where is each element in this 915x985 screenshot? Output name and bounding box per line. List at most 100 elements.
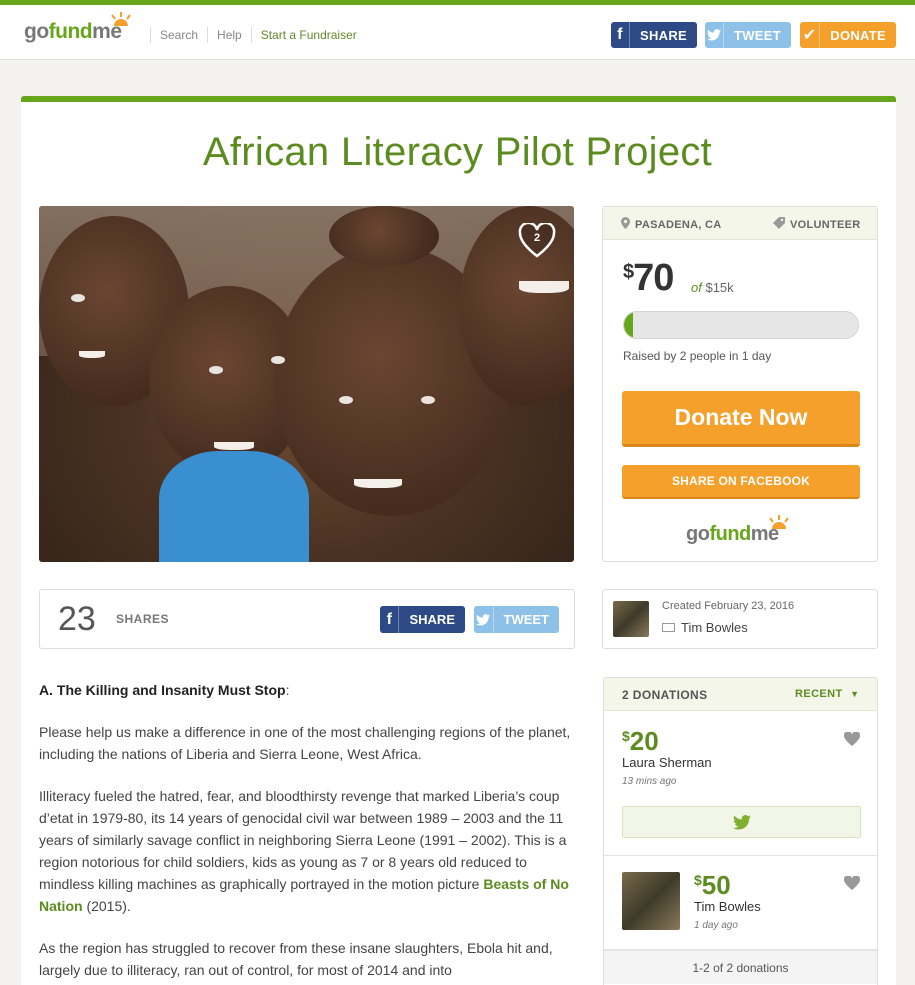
facebook-icon: f [611, 22, 630, 48]
raised-amount: $70 [623, 257, 674, 300]
raised-by-text: Raised by 2 people in 1 day [623, 349, 771, 363]
donation-amount: $50 [694, 870, 731, 901]
header-donate-button[interactable]: ✔ DONATE [800, 22, 896, 48]
sort-recent-dropdown[interactable]: RECENT ▼ [795, 688, 859, 700]
photo-smile [519, 281, 569, 293]
story-heading: A. The Killing and Insanity Must Stop: [39, 679, 574, 701]
top-accent-bar [0, 0, 915, 8]
creator-contact[interactable]: Tim Bowles [662, 620, 748, 635]
header-tweet-button[interactable]: TWEET [705, 22, 791, 48]
story-paragraph: As the region has struggled to recover f… [39, 940, 553, 978]
goal-value: $15k [705, 280, 734, 295]
creator-avatar[interactable] [613, 601, 649, 637]
share-on-facebook-button[interactable]: SHARE ON FACEBOOK [622, 465, 860, 499]
donate-now-button[interactable]: Donate Now [622, 391, 860, 447]
donations-count: 2 DONATIONS [622, 688, 708, 702]
location[interactable]: PASADENA, CA [621, 217, 722, 231]
panel-logo-go: go [686, 523, 710, 545]
header-nav: Search Help Start a Fundraiser [150, 27, 366, 43]
photo-eye [421, 396, 435, 404]
donation-tweet-button[interactable] [622, 806, 861, 838]
donor-name: Tim Bowles [694, 899, 761, 914]
donation-panel: PASADENA, CA VOLUNTEER $70 of $15k Raise… [602, 206, 878, 562]
site-header: gofundme Search Help Start a Fundraiser … [0, 8, 915, 60]
tweet-button[interactable]: TWEET [474, 606, 559, 633]
photo-eye [271, 356, 285, 364]
donation-time: 13 mins ago [622, 776, 677, 787]
donor-avatar[interactable] [622, 872, 680, 930]
tweet-button-label: TWEET [503, 612, 550, 627]
donor-name: Laura Sherman [622, 755, 712, 770]
photo-eye [209, 366, 223, 374]
progress-bar [623, 311, 859, 339]
tag-icon [773, 217, 785, 229]
donation-value: 50 [701, 870, 731, 900]
heart-count: 2 [533, 232, 541, 244]
heart-icon[interactable] [844, 732, 860, 746]
photo-blue-dress [159, 451, 309, 562]
location-label: PASADENA, CA [635, 219, 722, 231]
nav-start-fundraiser[interactable]: Start a Fundraiser [250, 27, 366, 43]
campaign-title: African Literacy Pilot Project [202, 130, 713, 174]
donation-item: $20 Laura Sherman 13 mins ago [604, 712, 877, 856]
raised-value: 70 [633, 257, 674, 299]
creator-name: Tim Bowles [681, 620, 748, 635]
story-paragraph: Illiteracy fueled the hatred, fear, and … [39, 785, 574, 917]
donation-currency: $ [622, 728, 630, 744]
header-tweet-label: TWEET [734, 27, 781, 43]
share-button[interactable]: f SHARE [380, 606, 465, 633]
sort-label: RECENT [795, 688, 843, 700]
creator-box: Created February 23, 2016 Tim Bowles [602, 589, 878, 649]
raised-by-people: 2 [679, 349, 687, 363]
category[interactable]: VOLUNTEER [773, 217, 861, 231]
photo-smile [214, 442, 254, 450]
donations-header: 2 DONATIONS RECENT ▼ [604, 678, 877, 711]
panel-logo-sun-icon [769, 515, 789, 529]
created-date: Created February 23, 2016 [662, 600, 795, 612]
twitter-icon [732, 814, 751, 830]
story-heading-colon: : [285, 682, 290, 698]
currency-symbol: $ [623, 261, 634, 283]
panel-gofundme-logo[interactable]: gofundme [686, 515, 789, 546]
heart-icon[interactable] [844, 876, 860, 890]
goal-of: of [691, 280, 702, 295]
photo-child-back [329, 206, 439, 266]
photo-eye [339, 396, 353, 404]
panel-logo-fund: fund [709, 523, 751, 545]
header-donate-label: DONATE [830, 27, 886, 43]
raised-by-middle: people in [689, 349, 739, 363]
donation-time: 1 day ago [694, 920, 738, 931]
photo-smile [79, 351, 105, 358]
header-share-button[interactable]: f SHARE [611, 22, 697, 48]
panel-meta: PASADENA, CA VOLUNTEER [603, 207, 877, 240]
photo-smile [354, 479, 402, 488]
donations-pagination[interactable]: 1-2 of 2 donations [604, 950, 877, 984]
checkmark-icon: ✔ [800, 22, 821, 48]
story-paragraph: Please help us make a difference in one … [39, 724, 571, 762]
shares-label: SHARES [116, 612, 170, 626]
location-pin-icon [621, 217, 630, 229]
donation-amount: $20 [622, 726, 659, 757]
progress-fill [624, 312, 634, 338]
twitter-icon [705, 22, 724, 48]
nav-help[interactable]: Help [207, 27, 251, 43]
donation-value: 20 [629, 726, 659, 756]
campaign-photo[interactable] [39, 206, 574, 562]
facebook-icon: f [380, 606, 400, 633]
gofundme-logo[interactable]: gofundme [24, 12, 131, 44]
logo-sun-icon [111, 12, 131, 26]
nav-search[interactable]: Search [150, 27, 207, 43]
raised-by-suffix: day [751, 349, 772, 363]
favorite-heart-button[interactable]: 2 [518, 221, 556, 259]
donation-item: $50 Tim Bowles 1 day ago [604, 856, 877, 950]
logo-text-fund: fund [48, 20, 93, 43]
twitter-icon [474, 606, 494, 633]
chevron-down-icon: ▼ [850, 689, 860, 699]
shares-box: 23 SHARES f SHARE TWEET [39, 589, 575, 649]
story-text: A. The Killing and Insanity Must Stop: P… [39, 679, 574, 985]
raised-by-days: 1 [741, 349, 749, 363]
mail-icon [662, 623, 675, 632]
category-label: VOLUNTEER [790, 219, 861, 231]
donation-currency: $ [694, 872, 702, 888]
story-heading-text: A. The Killing and Insanity Must Stop [39, 682, 286, 698]
